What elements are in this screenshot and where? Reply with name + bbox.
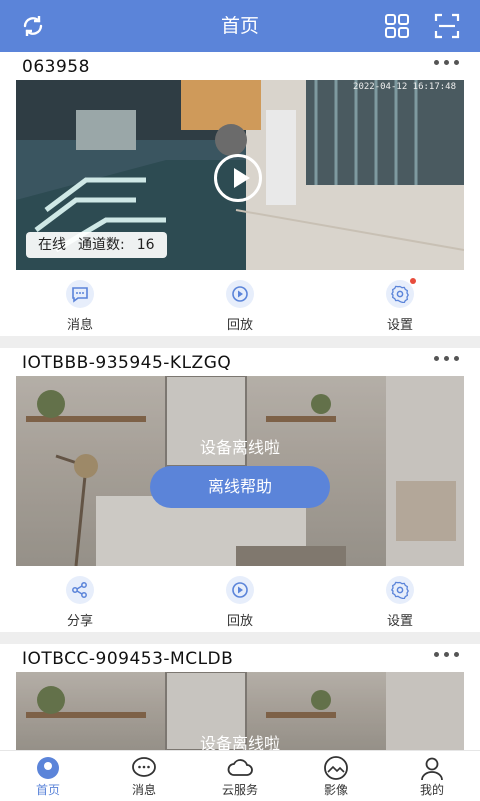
nav-label: 首页 [35,783,60,797]
more-icon[interactable] [434,648,464,662]
channels-count: 16 [136,237,155,253]
timestamp: 2022-04-12 16:17:48 [353,82,456,92]
card-header: 063958 [0,52,480,82]
nav-label: 我的 [419,783,444,797]
action-label: 设置 [386,614,413,629]
device-card: IOTBCC-909453-MCLDB 设备离线啦 [0,644,480,750]
playback-icon [226,576,254,604]
share-icon [66,576,94,604]
action-label: 回放 [226,318,253,333]
device-card: 063958 2022-04-12 16:17:48 在线通道数: 16 消息 [0,52,480,336]
camera-preview[interactable]: 2022-04-12 16:17:48 在线 通道数: 16 [16,80,464,270]
action-label: 回放 [226,614,253,629]
device-name: 063958 [22,57,90,77]
device-name: IOTBBB-935945-KLZGQ [22,353,232,373]
cloud-icon [227,755,253,781]
nav-label: 影像 [323,783,348,797]
nav-label: 云服务 [221,783,258,797]
camera-preview[interactable]: 设备离线啦 离线帮助 [16,376,464,566]
device-name: IOTBCC-909453-MCLDB [22,649,234,669]
scan-icon[interactable] [434,13,460,39]
more-icon[interactable] [434,352,464,366]
bottom-nav: 首页 消息 云服务 影像 我的 [0,750,480,801]
action-label: 消息 [66,318,93,333]
message-action[interactable]: 消息 [35,270,125,334]
home-icon [35,755,61,781]
status-pill: 在线 通道数: 16 [26,232,167,258]
settings-action[interactable]: 设置 [355,270,445,334]
notification-dot [410,278,416,284]
settings-icon [386,278,416,308]
action-bar: 消息 回放 设置 [0,270,480,334]
playback-icon [226,280,254,308]
play-button[interactable] [214,154,262,202]
online-status: 在线 [38,237,66,253]
playback-action[interactable]: 回放 [195,566,285,630]
card-header: IOTBCC-909453-MCLDB [0,644,480,674]
nav-profile[interactable]: 我的 [392,751,472,801]
action-bar: 分享 回放 设置 [0,566,480,630]
nav-label: 消息 [131,783,156,797]
message-icon [66,280,94,308]
profile-icon [419,755,445,781]
channels-label: 通道数: [78,237,125,253]
action-label: 分享 [66,614,93,629]
share-action[interactable]: 分享 [35,566,125,630]
more-icon[interactable] [434,56,464,70]
card-header: IOTBBB-935945-KLZGQ [0,348,480,378]
offline-message: 设备离线啦 [199,734,280,750]
offline-message: 设备离线啦 [199,438,280,457]
offline-help-button[interactable]: 离线帮助 [150,466,330,508]
top-bar: 首页 [0,0,480,52]
chat-icon [131,755,157,781]
action-label: 设置 [386,318,413,333]
image-icon [323,755,349,781]
nav-cloud[interactable]: 云服务 [200,751,280,801]
settings-action[interactable]: 设置 [355,566,445,630]
nav-messages[interactable]: 消息 [104,751,184,801]
grid-icon[interactable] [384,13,410,39]
device-card: IOTBBB-935945-KLZGQ 设备离线啦 离线帮助 分享 回放 设置 [0,348,480,632]
nav-home[interactable]: 首页 [8,751,88,801]
settings-icon [386,576,414,604]
playback-action[interactable]: 回放 [195,270,285,334]
nav-images[interactable]: 影像 [296,751,376,801]
camera-preview[interactable]: 设备离线啦 [16,672,464,750]
